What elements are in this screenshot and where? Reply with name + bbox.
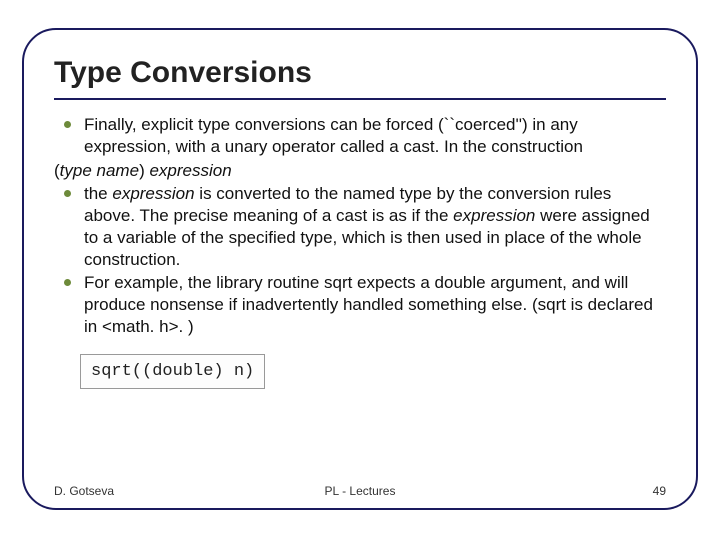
- slide-frame: Type Conversions Finally, explicit type …: [22, 28, 698, 510]
- syntax-close: ): [139, 161, 149, 180]
- slide-footer: D. Gotseva PL - Lectures 49: [54, 484, 666, 498]
- slide-title: Type Conversions: [54, 56, 666, 90]
- bullet-2: the expression is converted to the named…: [54, 183, 666, 270]
- bullet-1: Finally, explicit type conversions can b…: [54, 114, 666, 158]
- footer-author: D. Gotseva: [54, 484, 114, 498]
- syntax-expression: expression: [149, 161, 231, 180]
- code-block: sqrt((double) n): [80, 354, 265, 390]
- bullet-2-em2: expression: [453, 206, 535, 225]
- bullet-2-pre: the: [84, 184, 112, 203]
- bullet-2-em1: expression: [112, 184, 194, 203]
- bullet-3: For example, the library routine sqrt ex…: [54, 272, 666, 337]
- syntax-type-name: type name: [60, 161, 139, 180]
- syntax-line: (type name) expression: [54, 160, 666, 182]
- title-divider: [54, 98, 666, 100]
- slide-content: Finally, explicit type conversions can b…: [54, 114, 666, 389]
- footer-title: PL - Lectures: [54, 484, 666, 498]
- slide: Type Conversions Finally, explicit type …: [0, 0, 720, 540]
- footer-page: 49: [653, 484, 666, 498]
